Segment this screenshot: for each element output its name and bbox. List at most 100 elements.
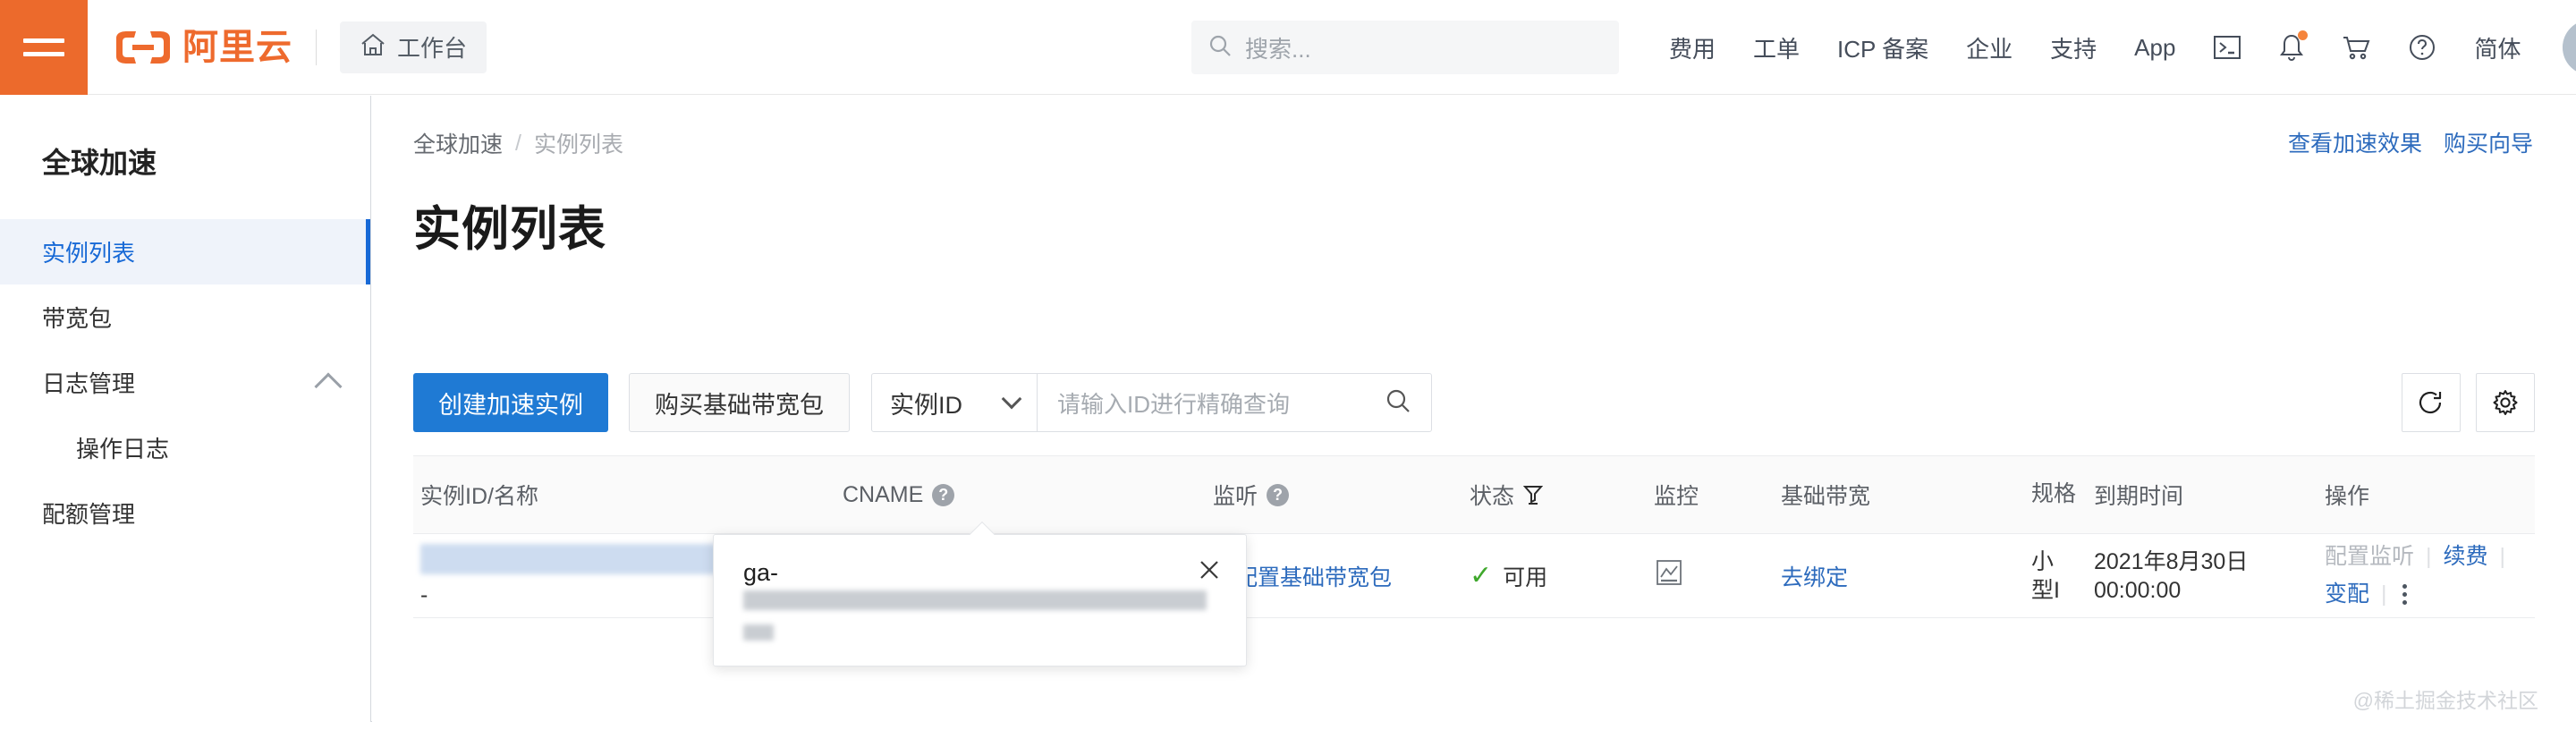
action-divider: |	[2381, 581, 2387, 607]
bind-bandwidth-link[interactable]: 去绑定	[1781, 560, 1848, 592]
nav-item-enterprise[interactable]: 企业	[1966, 31, 2012, 64]
cname-popover: ga-	[713, 521, 1247, 666]
purchase-guide-link[interactable]: 购买向导	[2444, 126, 2533, 158]
column-header-bandwidth: 基础带宽	[1774, 479, 2024, 511]
table-header-row: 实例ID/名称 CNAME ? 监听 ? 状态 监控 基础带宽 规格 到期时间 …	[413, 455, 2535, 534]
chevron-up-icon[interactable]	[314, 371, 343, 401]
hamburger-icon[interactable]	[0, 0, 88, 95]
breadcrumb-current: 实例列表	[533, 132, 623, 157]
notification-dot	[2298, 30, 2309, 40]
instance-id-redacted[interactable]	[420, 543, 762, 574]
toolbar-actions	[2386, 373, 2535, 432]
nav-item-icp[interactable]: ICP 备案	[1837, 31, 1928, 64]
column-label: 操作	[2325, 484, 2370, 509]
cell-monitor	[1647, 557, 1774, 594]
home-icon	[360, 32, 386, 62]
column-header-expire-time: 到期时间	[2087, 479, 2318, 511]
dot	[2402, 583, 2407, 589]
column-label: 基础带宽	[1781, 484, 1871, 509]
chart-icon[interactable]	[1654, 557, 1684, 594]
user-avatar[interactable]	[2563, 20, 2576, 75]
dot	[2402, 599, 2407, 605]
breadcrumb: 全球加速 / 实例列表	[372, 96, 2576, 159]
header-links: 查看加速效果 购买向导	[2267, 126, 2533, 158]
filter-type-select[interactable]: 实例ID	[872, 374, 1038, 431]
breadcrumb-separator: /	[515, 130, 521, 156]
expire-time: 00:00:00	[2094, 577, 2182, 603]
renew-action[interactable]: 续费	[2444, 540, 2488, 574]
nav-item-fee[interactable]: 费用	[1669, 31, 1716, 64]
column-label: 监控	[1654, 484, 1699, 509]
language-switch[interactable]: 简体	[2474, 31, 2521, 64]
sidebar-title: 全球加速	[42, 147, 157, 179]
sidebar-item-quota-management[interactable]: 配额管理	[0, 480, 370, 546]
nav-item-ticket[interactable]: 工单	[1753, 31, 1800, 64]
aliyun-logo-text: 阿里云	[182, 27, 292, 67]
status-badge: 可用	[1503, 564, 1548, 590]
workbench-button[interactable]: 工作台	[340, 21, 487, 73]
search-icon[interactable]	[1385, 387, 1411, 419]
sidebar: 全球加速 实例列表 带宽包 日志管理 操作日志 配额管理	[0, 96, 371, 722]
cart-icon[interactable]	[2342, 34, 2370, 61]
action-divider: |	[2499, 544, 2506, 569]
main-content: 全球加速 / 实例列表 查看加速效果 购买向导 实例列表 创建加速实例 购买基础…	[372, 96, 2576, 730]
chevron-down-icon	[1001, 388, 1022, 410]
column-label: 规格	[2031, 481, 2077, 507]
sidebar-item-operation-log[interactable]: 操作日志	[0, 415, 370, 480]
buy-bandwidth-package-button[interactable]: 购买基础带宽包	[629, 373, 850, 432]
column-label: 实例ID/名称	[420, 484, 538, 509]
sidebar-item-instance-list[interactable]: 实例列表	[0, 219, 370, 284]
change-config-action[interactable]: 变配	[2325, 578, 2369, 612]
breadcrumb-root[interactable]: 全球加速	[413, 127, 503, 159]
global-search-input[interactable]: 搜索...	[1191, 21, 1619, 74]
refresh-icon[interactable]	[2402, 373, 2461, 432]
nav-item-support[interactable]: 支持	[2050, 31, 2097, 64]
column-header-monitor: 监控	[1647, 479, 1774, 511]
workbench-label: 工作台	[397, 35, 468, 62]
top-navigation: 费用 工单 ICP 备案 企业 支持 App 简体	[1650, 0, 2576, 95]
nav-item-app[interactable]: App	[2134, 34, 2175, 62]
sidebar-item-log-management[interactable]: 日志管理	[0, 350, 370, 415]
dot	[2402, 591, 2407, 597]
filter-icon[interactable]	[1523, 484, 1544, 505]
bell-icon[interactable]	[2279, 30, 2309, 62]
header-divider	[316, 29, 317, 65]
column-label: 监听	[1213, 484, 1258, 509]
view-acceleration-effect-link[interactable]: 查看加速效果	[2288, 126, 2422, 158]
help-icon[interactable]	[2408, 33, 2436, 62]
column-header-listener: 监听 ?	[1206, 479, 1462, 511]
sidebar-item-label: 配额管理	[42, 501, 136, 528]
instance-search-placeholder: 请输入ID进行精确查询	[1057, 390, 1291, 418]
aliyun-logo[interactable]: 阿里云	[113, 30, 292, 65]
hamburger-bar	[23, 38, 64, 43]
cell-bandwidth: 去绑定	[1774, 560, 2024, 592]
toolbar: 创建加速实例 购买基础带宽包 实例ID 请输入ID进行精确查询	[413, 373, 1432, 432]
help-icon[interactable]: ?	[932, 483, 955, 506]
watermark: @稀土掘金技术社区	[2352, 689, 2538, 712]
column-header-spec: 规格	[2024, 480, 2087, 508]
terminal-icon[interactable]	[2213, 34, 2241, 61]
page-title: 实例列表	[413, 203, 606, 256]
instance-search-input[interactable]: 请输入ID进行精确查询	[1038, 374, 1431, 431]
sidebar-item-bandwidth-package[interactable]: 带宽包	[0, 284, 370, 350]
sidebar-item-label: 带宽包	[42, 305, 113, 332]
more-vertical-icon[interactable]	[2402, 582, 2407, 607]
sidebar-item-label: 实例列表	[42, 240, 136, 267]
spec-line-2: 型I	[2031, 577, 2060, 603]
expire-date: 2021年8月30日	[2094, 548, 2249, 574]
top-header: 阿里云 工作台 搜索... 费用 工单 ICP 备案 企业 支持 App 简体	[0, 0, 2576, 95]
filter-type-value: 实例ID	[890, 391, 962, 419]
hamburger-bar	[23, 51, 64, 56]
cell-operations: 配置监听 | 续费 | 变配 |	[2318, 540, 2535, 611]
configure-listener-action: 配置监听	[2325, 544, 2415, 569]
spec-line-1: 小	[2031, 548, 2055, 574]
help-icon[interactable]: ?	[1267, 483, 1290, 506]
gear-icon[interactable]	[2476, 373, 2535, 432]
create-instance-button[interactable]: 创建加速实例	[413, 373, 608, 432]
action-divider: |	[2426, 544, 2432, 569]
column-label: CNAME	[843, 481, 924, 507]
aliyun-logo-icon	[113, 30, 174, 65]
column-header-cname: CNAME ?	[835, 482, 1206, 508]
close-icon[interactable]	[1196, 556, 1223, 583]
cell-status: ✓ 可用	[1462, 560, 1647, 592]
